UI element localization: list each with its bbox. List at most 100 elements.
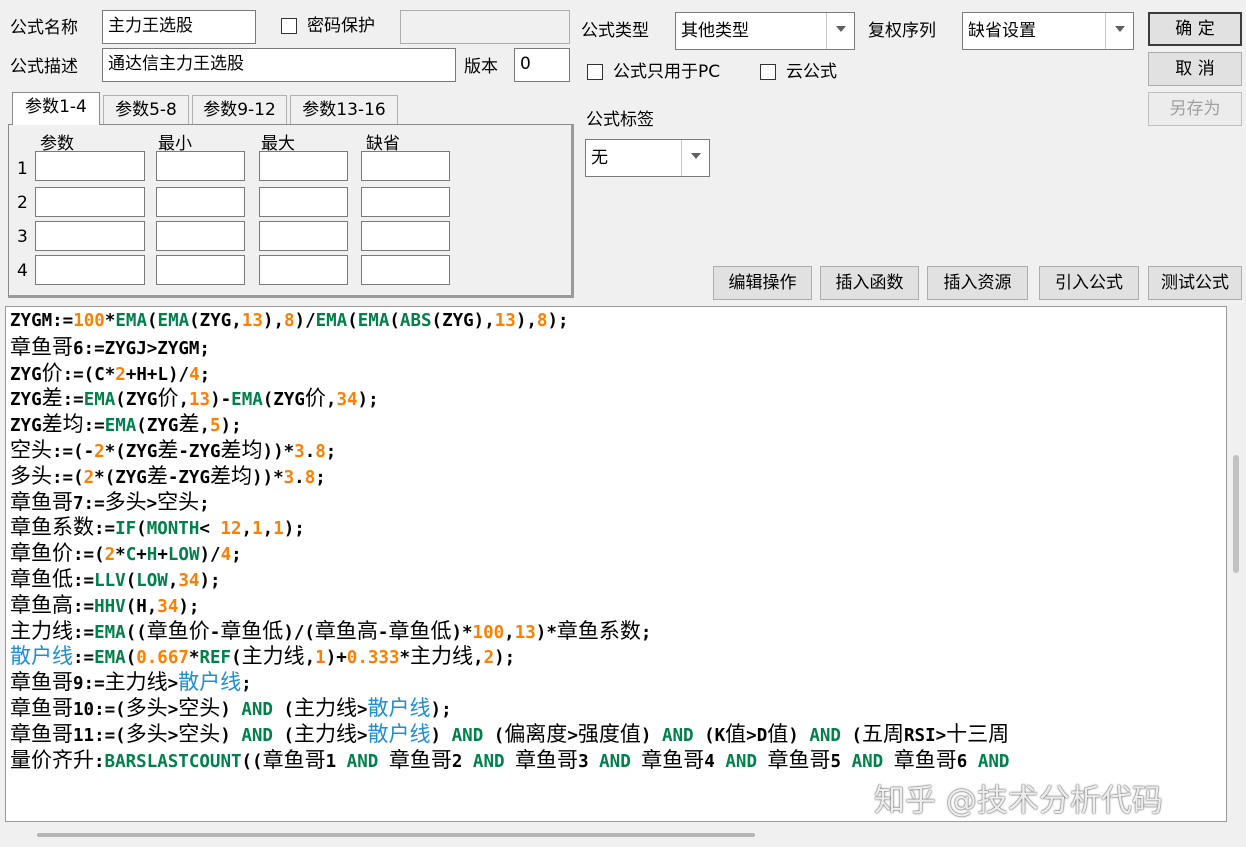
param-name-cell[interactable] (35, 187, 145, 217)
code-token: AND (977, 751, 1010, 772)
ok-button[interactable]: 确 定 (1148, 12, 1242, 46)
tab-params-1-4[interactable]: 参数1-4 (12, 92, 100, 125)
code-token: 十三周 (946, 721, 1010, 746)
edit-ops-button[interactable]: 编辑操作 (713, 266, 812, 300)
code-token: )/ (294, 311, 316, 331)
pc-only-checkbox[interactable] (587, 64, 603, 80)
code-line: 多头:=(2*(ZYG差-ZYG差均))*3.8; (10, 464, 1009, 490)
code-token: IF (115, 519, 137, 540)
import-formula-button[interactable]: 引入公式 (1039, 266, 1139, 300)
code-token: , (504, 622, 515, 643)
code-line: 章鱼高:=HHV(H,34); (10, 593, 1009, 619)
test-formula-button[interactable]: 测试公式 (1148, 266, 1242, 300)
formula-desc-input[interactable]: 通达信主力王选股 (102, 48, 456, 82)
vertical-scroll-thumb[interactable] (1233, 455, 1239, 573)
code-token: 主力线 (104, 670, 168, 695)
code-token: 100 (472, 622, 505, 643)
param-min-cell[interactable] (156, 221, 245, 251)
code-token: 主力线 (10, 618, 73, 643)
password-checkbox[interactable] (281, 18, 297, 34)
insert-resource-button[interactable]: 插入资源 (927, 266, 1028, 300)
code-token: AND (851, 751, 884, 772)
code-token: ) (220, 725, 242, 746)
param-max-cell[interactable] (259, 151, 348, 181)
code-token: :=( (73, 545, 105, 566)
param-name-cell[interactable] (35, 255, 145, 285)
param-max-cell[interactable] (259, 221, 348, 251)
code-token: 主力线 (410, 644, 474, 669)
code-token: 4 (189, 364, 200, 385)
chevron-down-icon[interactable] (826, 13, 854, 49)
code-token: ( (272, 699, 294, 720)
param-default-cell[interactable] (361, 255, 450, 285)
code-token: C (125, 545, 137, 566)
code-token: 2 (451, 751, 473, 772)
code-token: 章鱼系数 (556, 618, 641, 643)
formula-tag-select[interactable]: 无 (585, 139, 710, 177)
code-token: EMA (157, 311, 190, 331)
code-token: (ZYG (262, 390, 305, 411)
formula-type-select[interactable]: 其他类型 (675, 12, 855, 50)
save-as-button[interactable]: 另存为 (1148, 92, 1242, 126)
restore-seq-select[interactable]: 缺省设置 (962, 12, 1134, 50)
code-token: )* (535, 622, 557, 643)
version-input[interactable]: 0 (514, 48, 570, 82)
code-token: ( (136, 519, 147, 540)
param-default-cell[interactable] (361, 221, 450, 251)
code-token: 散户线 (10, 644, 73, 669)
code-token: := (73, 648, 95, 669)
code-token: 章鱼哥 (388, 747, 452, 772)
code-token: ); (547, 311, 569, 331)
tab-params-13-16[interactable]: 参数13-16 (290, 95, 398, 125)
code-token: 值 (725, 721, 747, 746)
restore-seq-value: 缺省设置 (968, 21, 1036, 41)
cancel-button[interactable]: 取 消 (1148, 52, 1242, 86)
code-token: 主力线 (241, 644, 305, 669)
insert-function-button[interactable]: 插入函数 (820, 266, 919, 300)
password-input[interactable] (400, 10, 570, 44)
code-token: ; (315, 467, 326, 488)
param-max-cell[interactable] (259, 187, 348, 217)
param-default-cell[interactable] (361, 187, 450, 217)
version-label: 版本 (464, 57, 498, 77)
code-token: 3 (578, 751, 600, 772)
code-token: LOW (167, 545, 200, 566)
cloud-checkbox[interactable] (760, 64, 776, 80)
param-min-cell[interactable] (156, 187, 245, 217)
param-max-cell[interactable] (259, 255, 348, 285)
code-token: ( (389, 311, 400, 331)
vertical-scrollbar[interactable] (1228, 305, 1244, 823)
formula-name-input[interactable]: 主力王选股 (102, 10, 256, 44)
param-name-cell[interactable] (35, 221, 145, 251)
code-token: AND (809, 725, 841, 746)
formula-type-value: 其他类型 (681, 21, 749, 41)
code-token: ); (220, 416, 242, 437)
param-default-cell[interactable] (361, 151, 450, 181)
code-token: ) (640, 725, 662, 746)
code-token: EMA (94, 648, 126, 669)
param-min-cell[interactable] (156, 255, 245, 285)
code-token: ); (430, 699, 452, 720)
code-token: ; (640, 622, 652, 643)
horizontal-scrollbar[interactable] (5, 823, 1227, 845)
param-name-cell[interactable] (35, 151, 145, 181)
tab-params-5-8[interactable]: 参数5-8 (103, 95, 189, 125)
code-token: EMA (115, 311, 147, 331)
horizontal-scroll-thumb[interactable] (37, 833, 755, 837)
code-token: 6:=ZYGJ>ZYGM; (73, 338, 210, 359)
code-token: := (73, 596, 95, 617)
code-editor[interactable]: ZYGM:=100*EMA(EMA(ZYG,13),8)/EMA(EMA(ABS… (5, 306, 1227, 822)
code-token: 章鱼哥 (10, 334, 73, 359)
code-line: 章鱼哥6:=ZYGJ>ZYGM; (10, 335, 1009, 361)
code-token: 散户线 (367, 695, 431, 720)
param-min-cell[interactable] (156, 151, 245, 181)
code-token: ( (840, 725, 862, 746)
chevron-down-icon[interactable] (681, 140, 709, 176)
chevron-down-icon[interactable] (1105, 13, 1133, 49)
code-token: 1 (315, 648, 326, 669)
code-token: AND (472, 751, 505, 772)
tab-params-9-12[interactable]: 参数9-12 (192, 95, 287, 125)
code-token: > (567, 725, 578, 746)
